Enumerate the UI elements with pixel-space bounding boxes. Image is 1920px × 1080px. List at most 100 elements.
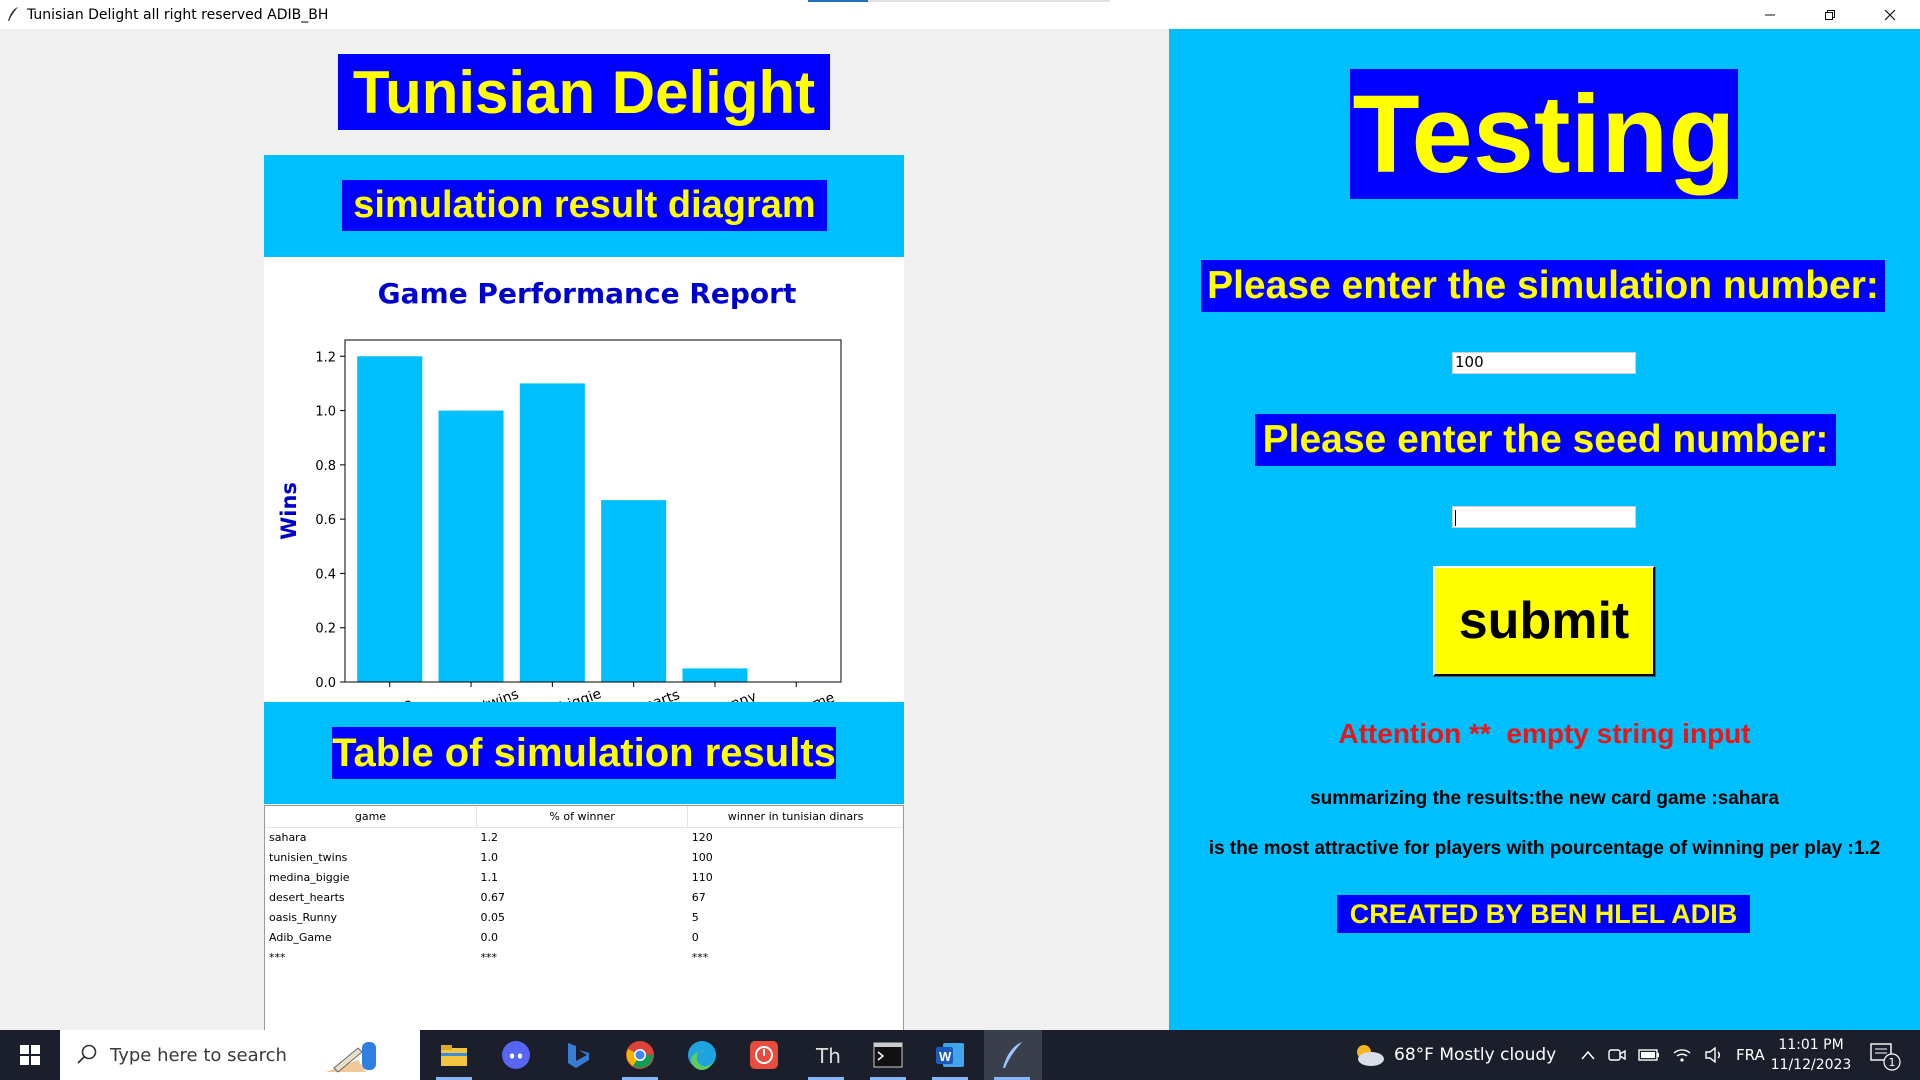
clock-time: 11:01 PM [1778,1037,1844,1053]
y-tick-label: 0.8 [315,459,336,474]
column-header-percent[interactable]: % of winner [476,806,689,828]
chart-y-axis-label: Wins [277,482,301,540]
meet-camera-icon[interactable] [1608,1047,1626,1063]
discord-icon [502,1041,530,1069]
submit-button[interactable]: submit [1433,566,1655,676]
y-tick-label: 0.6 [315,513,336,528]
cell-percent: 1.2 [480,830,498,844]
start-button[interactable] [0,1030,60,1080]
x-tick-label: tunisien_twins [422,686,521,702]
chart-title: Game Performance Report [378,277,797,310]
seed-number-input[interactable] [1452,506,1636,528]
bar-oasis_Runny [682,668,748,682]
taskbar-thonny[interactable]: Th [798,1030,854,1080]
cell-game: tunisien_twins [269,850,348,864]
windows-logo-icon [20,1045,40,1065]
diagram-heading: simulation result diagram [342,180,827,231]
search-icon [77,1044,97,1064]
simulation-number-value: 100 [1455,353,1484,371]
window-title-bar: Tunisian Delight all right reserved ADIB… [0,0,1920,29]
taskbar-chrome[interactable] [612,1030,668,1080]
taskbar-edge[interactable] [674,1030,730,1080]
bar-chart-svg: Game Performance Report Wins 0.0 0.2 0.4 0.… [277,277,842,702]
attention-message: Attention ** empty string input [1338,718,1751,749]
column-header-dinars[interactable]: winner in tunisian dinars [687,806,903,828]
cell-dinars: 100 [691,850,713,864]
restore-icon [1825,9,1835,20]
minimize-button[interactable] [1740,0,1800,29]
notification-count: 1 [1889,1056,1896,1069]
credit-label: CREATED BY BEN HLEL ADIB [1337,895,1750,933]
cell-dinars: *** [691,950,709,964]
bar-medina_biggie [519,383,585,682]
table-row[interactable]: Adib_Game 0.0 0 [265,927,903,947]
weather-text: 68°F Mostly cloudy [1394,1045,1557,1065]
restore-button[interactable] [1800,0,1860,29]
bing-icon [568,1043,589,1068]
taskbar-terminal[interactable] [860,1030,916,1080]
performance-chart: Game Performance Report Wins 0.0 0.2 0.4 0.… [264,257,904,702]
cell-percent: *** [480,950,497,964]
taskbar-search-box[interactable]: Type here to search [60,1030,420,1080]
x-tick-label: Adib_Game [756,690,836,702]
cell-game: medina_biggie [269,870,350,884]
cell-percent: 0.05 [480,910,505,924]
x-tick-label: sahara [365,695,415,702]
table-row[interactable]: oasis_Runny 0.05 5 [265,907,903,927]
taskbar-word[interactable]: W [922,1030,978,1080]
speaker-icon[interactable] [1704,1047,1724,1063]
close-button[interactable] [1860,0,1920,29]
minimize-icon [1765,14,1775,15]
y-tick-label: 0.2 [315,622,336,637]
taskbar-clock[interactable]: 11:01 PM 11/12/2023 [1756,1035,1866,1075]
chevron-up-icon[interactable] [1580,1049,1596,1061]
taskbar-file-explorer[interactable] [426,1030,482,1080]
y-tick-label: 1.0 [315,405,336,420]
taskbar-app-red[interactable] [736,1030,792,1080]
terminal-icon [873,1042,903,1068]
notification-icon: 1 [1870,1043,1901,1071]
results-panel: Tunisian Delight simulation result diagr… [0,29,1169,1059]
table-row[interactable]: desert_hearts 0.67 67 [265,887,903,907]
text-caret [1455,510,1456,526]
bar-tunisien_twins [438,410,504,682]
feather-icon [1003,1042,1022,1068]
results-table: game % of winner winner in tunisian dina… [264,805,904,1059]
clock-date: 11/12/2023 [1770,1057,1852,1073]
table-row[interactable]: medina_biggie 1.1 110 [265,867,903,887]
taskbar-feather-app[interactable] [984,1030,1042,1080]
close-icon [1884,9,1896,20]
seed-number-label: Please enter the seed number: [1255,414,1836,466]
taskbar-discord[interactable] [488,1030,544,1080]
table-row[interactable]: *** *** *** [265,947,903,967]
feather-app-icon [8,7,18,21]
cell-game: Adib_Game [269,930,332,944]
word-icon: W [936,1043,964,1067]
bar-desert_hearts [601,500,667,682]
table-heading: Table of simulation results [332,727,836,779]
cell-game: sahara [269,830,307,844]
y-tick-label: 0.0 [315,676,336,691]
simulation-number-input[interactable]: 100 [1452,352,1636,374]
wifi-icon[interactable] [1672,1047,1692,1063]
cell-dinars: 120 [691,830,713,844]
cell-percent: 1.1 [480,870,498,884]
taskbar-bing[interactable] [550,1030,606,1080]
taskbar: Type here to search Th W 68°F Mostly clo… [0,1030,1920,1080]
cell-dinars: 0 [691,930,699,944]
table-row[interactable]: sahara 1.2 120 [265,827,903,847]
weather-widget[interactable]: 68°F Mostly cloudy [1352,1030,1556,1080]
cell-dinars: 110 [691,870,713,884]
bar-sahara [357,356,423,682]
column-header-game[interactable]: game [265,806,477,828]
testing-panel: Testing Please enter the simulation numb… [1169,29,1920,1030]
table-row[interactable]: tunisien_twins 1.0 100 [265,847,903,867]
thonny-icon: Th [815,1044,841,1068]
summary-line-1: summarizing the results:the new card gam… [1310,788,1779,809]
cell-percent: 1.0 [480,850,498,864]
cell-percent: 0.67 [480,890,505,904]
search-highlight-icon [326,1042,376,1073]
window-title: Tunisian Delight all right reserved ADIB… [27,7,329,23]
notifications-button[interactable]: 1 [1868,1030,1902,1080]
battery-icon[interactable] [1638,1049,1660,1061]
